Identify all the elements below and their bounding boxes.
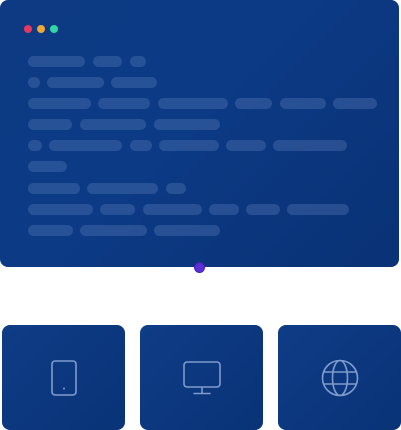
code-placeholder-bar bbox=[93, 56, 122, 67]
code-placeholder-bar bbox=[87, 183, 158, 194]
code-placeholder-bar bbox=[47, 77, 104, 88]
code-placeholder-bar bbox=[333, 98, 377, 109]
code-placeholder-bar bbox=[28, 119, 72, 130]
code-placeholder-bar bbox=[28, 56, 85, 67]
monitor-icon bbox=[182, 360, 222, 396]
code-placeholder-bar bbox=[273, 140, 347, 151]
globe-card[interactable] bbox=[278, 325, 401, 430]
maximize-dot[interactable] bbox=[50, 25, 58, 33]
close-dot[interactable] bbox=[24, 25, 32, 33]
code-placeholder-bar bbox=[98, 98, 150, 109]
code-placeholder-bar bbox=[226, 140, 266, 151]
window-controls bbox=[24, 25, 58, 33]
code-placeholder-bar bbox=[209, 204, 239, 215]
code-placeholder-bar bbox=[280, 98, 326, 109]
globe-icon bbox=[320, 358, 360, 398]
code-placeholder-bar bbox=[28, 161, 67, 172]
code-placeholder-bar bbox=[28, 77, 40, 88]
code-placeholder-bar bbox=[154, 225, 220, 236]
code-placeholder-bar bbox=[100, 204, 135, 215]
tablet-icon bbox=[50, 359, 78, 397]
code-placeholder-bar bbox=[154, 119, 220, 130]
code-placeholder-bar bbox=[28, 140, 42, 151]
code-placeholder-bar bbox=[80, 119, 146, 130]
code-placeholder-bar bbox=[159, 140, 219, 151]
code-placeholder-bar bbox=[80, 225, 147, 236]
code-placeholder-bar bbox=[28, 225, 73, 236]
code-placeholder-bar bbox=[287, 204, 349, 215]
monitor-card[interactable] bbox=[140, 325, 263, 430]
code-window bbox=[0, 0, 399, 267]
code-placeholder-bar bbox=[130, 140, 152, 151]
code-placeholder-bar bbox=[235, 98, 272, 109]
code-placeholder-bar bbox=[28, 204, 93, 215]
minimize-dot[interactable] bbox=[37, 25, 45, 33]
code-placeholder-bar bbox=[130, 56, 146, 67]
code-placeholder-bar bbox=[166, 183, 186, 194]
drag-handle[interactable] bbox=[195, 263, 204, 272]
preview-stage bbox=[0, 0, 401, 430]
code-placeholder-bar bbox=[111, 77, 157, 88]
code-placeholder-bar bbox=[143, 204, 202, 215]
code-placeholder-bar bbox=[158, 98, 228, 109]
code-placeholder-bar bbox=[28, 98, 91, 109]
code-placeholder-bar bbox=[28, 183, 80, 194]
code-placeholder-bar bbox=[49, 140, 122, 151]
tablet-card[interactable] bbox=[2, 325, 125, 430]
code-placeholder-bar bbox=[246, 204, 280, 215]
